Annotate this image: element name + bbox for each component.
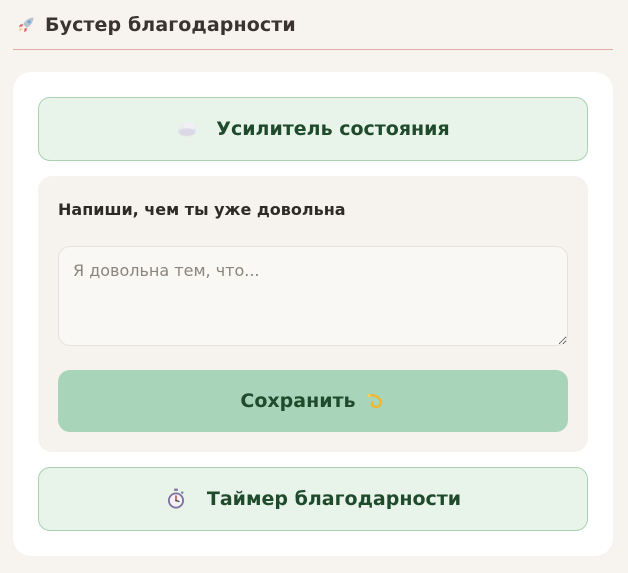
rocket-icon [15,14,37,36]
gratitude-timer-button[interactable]: Таймер благодарности [38,467,588,531]
page-header: Бустер благодарности [13,0,613,50]
save-button[interactable]: Сохранить [58,370,568,432]
gratitude-form: Напиши, чем ты уже довольна Сохранить [38,176,588,452]
stopwatch-icon [165,488,187,510]
gratitude-prompt: Напиши, чем ты уже довольна [58,200,346,219]
state-booster-label: Усилитель состояния [216,118,450,140]
cloud-icon [176,118,198,140]
gratitude-input-wrap [58,246,568,346]
gratitude-timer-label: Таймер благодарности [206,488,462,510]
save-button-label: Сохранить [240,390,356,412]
gratitude-card: Усилитель состояния Напиши, чем ты уже д… [13,72,613,556]
state-booster-button[interactable]: Усилитель состояния [38,97,588,161]
sparkle-swirl-icon [364,390,386,412]
gratitude-input[interactable] [58,246,568,346]
page-title: Бустер благодарности [45,13,296,36]
